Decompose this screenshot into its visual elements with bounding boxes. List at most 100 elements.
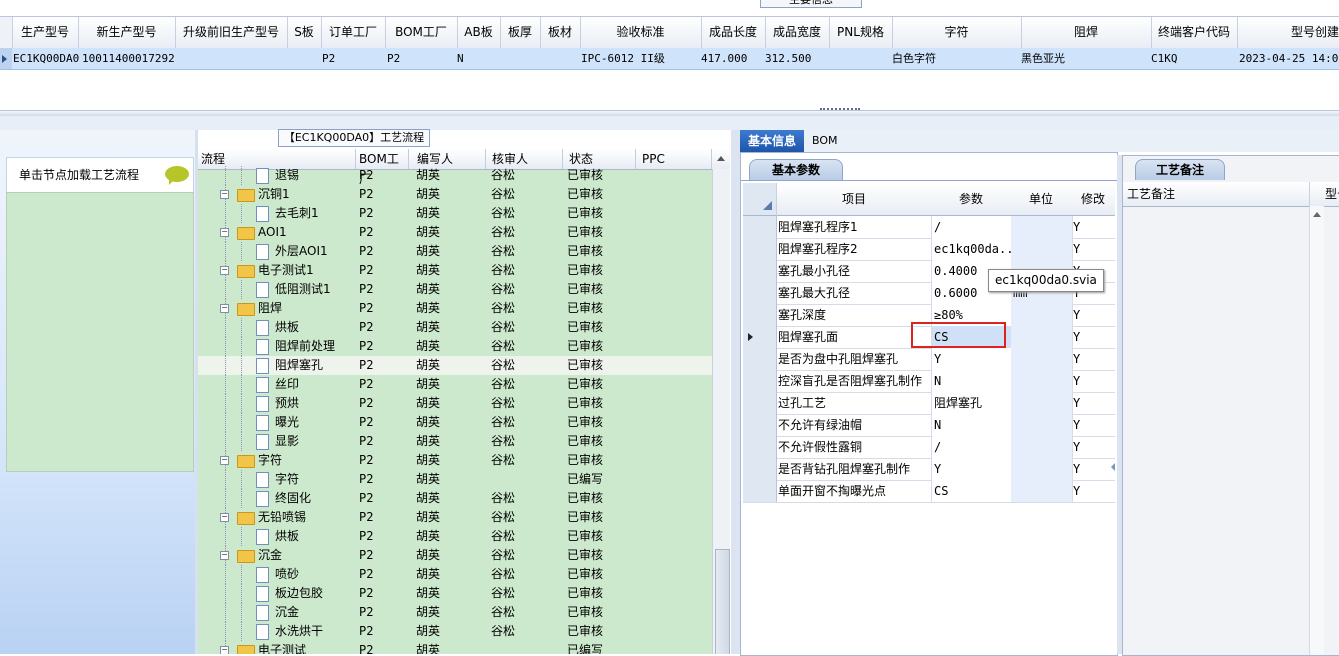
tree-scrollbar[interactable] [712, 169, 730, 654]
tree-row[interactable]: 沉金 P2 胡英 谷松 已审核 [198, 603, 712, 622]
param-value[interactable]: Y [931, 458, 1013, 480]
tab-basic-params[interactable]: 基本参数 [749, 159, 843, 180]
param-row[interactable]: 不允许有绿油帽 N Y [743, 414, 1115, 437]
tree-row[interactable]: − 沉铜1 P2 胡英 谷松 已审核 [198, 185, 712, 204]
param-value[interactable]: / [931, 436, 1013, 458]
middle-splitter[interactable] [731, 130, 740, 654]
tree-guide-line [241, 565, 242, 584]
tree-row[interactable]: 去毛刺1 P2 胡英 谷松 已审核 [198, 204, 712, 223]
tree-row[interactable]: 显影 P2 胡英 谷松 已审核 [198, 432, 712, 451]
col-notes[interactable]: 工艺备注 [1127, 182, 1310, 206]
param-value[interactable]: ec1kq00da... [931, 238, 1013, 260]
col-finished-width[interactable]: 成品宽度 [765, 17, 830, 48]
param-value[interactable]: / [931, 216, 1013, 238]
collapse-toggle-icon[interactable]: − [220, 266, 229, 275]
tree-row[interactable]: − 沉金 P2 胡英 谷松 已审核 [198, 546, 712, 565]
tree-row[interactable]: 丝印 P2 胡英 谷松 已审核 [198, 375, 712, 394]
cell-bom-factory: P2 [387, 52, 401, 65]
col-board-thickness[interactable]: 板厚 [500, 17, 541, 48]
col-new-production-model[interactable]: 新生产型号 [78, 17, 176, 48]
collapse-toggle-icon[interactable]: − [220, 646, 229, 654]
collapse-toggle-icon[interactable]: − [220, 304, 229, 313]
notes-scroll-up-icon[interactable] [1313, 212, 1321, 217]
param-row[interactable]: 单面开窗不掏曝光点 CS Y [743, 480, 1115, 503]
tree-row[interactable]: 退锡 P2 胡英 谷松 已审核 [198, 166, 712, 185]
collapse-toggle-icon[interactable]: − [220, 190, 229, 199]
collapse-arrow-icon[interactable] [1111, 463, 1115, 471]
param-value-text: N [934, 374, 942, 388]
param-value[interactable]: 阻焊塞孔 [931, 392, 1013, 414]
load-process-node[interactable]: 单击节点加载工艺流程 [6, 157, 194, 193]
param-value[interactable]: Y [931, 348, 1013, 370]
col-unit[interactable]: 单位 [1011, 183, 1072, 216]
param-row[interactable]: 控深盲孔是否阻焊塞孔制作 N Y [743, 370, 1115, 393]
param-item: 塞孔最大孔径 [778, 286, 851, 300]
tree-row[interactable]: − AOI1 P2 胡英 谷松 已审核 [198, 223, 712, 242]
tree-row[interactable]: 阻焊塞孔 P2 胡英 谷松 已审核 [198, 356, 712, 375]
param-row[interactable]: 过孔工艺 阻焊塞孔 Y [743, 392, 1115, 415]
param-row[interactable]: 阻焊塞孔程序1 / Y [743, 216, 1115, 239]
tree-cell-bom: P2 [359, 472, 374, 486]
tree-row[interactable]: − 电子测试 P2 胡英 已编写 [198, 641, 712, 654]
tree-row[interactable]: 阻焊前处理 P2 胡英 谷松 已审核 [198, 337, 712, 356]
tree-row[interactable]: − 阻焊 P2 胡英 谷松 已审核 [198, 299, 712, 318]
col-bom-factory[interactable]: BOM工厂 [385, 17, 458, 48]
param-row[interactable]: 是否背钻孔阻焊塞孔制作 Y Y [743, 458, 1115, 481]
col-acceptance-standard[interactable]: 验收标准 [580, 17, 702, 48]
tree-row[interactable]: 预烘 P2 胡英 谷松 已审核 [198, 394, 712, 413]
param-value[interactable]: N [931, 370, 1013, 392]
param-modify: Y [1073, 396, 1081, 410]
tree-row[interactable]: 喷砂 P2 胡英 谷松 已审核 [198, 565, 712, 584]
notes-scrollbar[interactable] [1309, 206, 1324, 655]
tree-scroll-thumb[interactable] [715, 549, 730, 654]
collapse-toggle-icon[interactable]: − [220, 456, 229, 465]
col-legend[interactable]: 字符 [892, 17, 1022, 48]
col-param[interactable]: 参数 [931, 183, 1012, 216]
col-modify[interactable]: 修改 [1071, 183, 1115, 216]
tree-row[interactable]: − 无铅喷锡 P2 胡英 谷松 已审核 [198, 508, 712, 527]
tree-row[interactable]: 字符 P2 胡英 已编写 [198, 470, 712, 489]
param-modify: Y [1073, 418, 1081, 432]
col-ab-board[interactable]: AB板 [457, 17, 501, 48]
file-icon [256, 339, 269, 355]
param-value[interactable]: CS [931, 480, 1013, 502]
col-model-created[interactable]: 型号创建 [1237, 17, 1339, 48]
tree-row[interactable]: 烘板 P2 胡英 谷松 已审核 [198, 527, 712, 546]
col-item[interactable]: 项目 [777, 183, 932, 216]
top-grid-row[interactable]: EC1KQ00DA0 10011400017292 P2 P2 N IPC-60… [0, 48, 1339, 70]
col-production-model[interactable]: 生产型号 [12, 17, 79, 48]
process-flow-tree[interactable]: 流程 BOM工厂 编写人 核审人 状态 PPC 退锡 P2 胡英 谷松 已审核 − 沉铜1 P… [198, 149, 730, 654]
tree-row[interactable]: − 电子测试1 P2 胡英 谷松 已审核 [198, 261, 712, 280]
param-row[interactable]: 是否为盘中孔阻焊塞孔 Y Y [743, 348, 1115, 371]
param-row[interactable]: 不允许假性露铜 / Y [743, 436, 1115, 459]
collapse-toggle-icon[interactable]: − [220, 551, 229, 560]
tree-row[interactable]: 曝光 P2 胡英 谷松 已审核 [198, 413, 712, 432]
row-indicator [743, 282, 777, 304]
col-solder-mask[interactable]: 阻焊 [1021, 17, 1152, 48]
collapse-toggle-icon[interactable]: − [220, 228, 229, 237]
col-old-production-model[interactable]: 升级前旧生产型号 [175, 17, 288, 48]
tree-row[interactable]: 板边包胶 P2 胡英 谷松 已审核 [198, 584, 712, 603]
tab-basic-info[interactable]: 基本信息 [740, 130, 804, 152]
tab-process-notes[interactable]: 工艺备注 [1135, 159, 1225, 180]
col-board-material[interactable]: 板材 [540, 17, 581, 48]
param-value[interactable]: N [931, 414, 1013, 436]
col-s-board[interactable]: S板 [287, 17, 322, 48]
tree-scroll-up[interactable] [712, 149, 730, 169]
tree-row[interactable]: 烘板 P2 胡英 谷松 已审核 [198, 318, 712, 337]
col-finished-length[interactable]: 成品长度 [701, 17, 766, 48]
param-unit [1011, 392, 1073, 414]
tree-row[interactable]: 终固化 P2 胡英 谷松 已审核 [198, 489, 712, 508]
col-order-factory[interactable]: 订单工厂 [321, 17, 386, 48]
collapse-toggle-icon[interactable]: − [220, 513, 229, 522]
tree-row[interactable]: 水洗烘干 P2 胡英 谷松 已审核 [198, 622, 712, 641]
col-end-customer-code[interactable]: 终端客户代码 [1151, 17, 1238, 48]
tab-bom[interactable]: BOM [812, 130, 838, 152]
tree-row[interactable]: 外层AOI1 P2 胡英 谷松 已审核 [198, 242, 712, 261]
tree-row[interactable]: 低阻测试1 P2 胡英 谷松 已审核 [198, 280, 712, 299]
col-pnl-spec[interactable]: PNL规格 [829, 17, 893, 48]
col-model[interactable]: 型号 [1325, 182, 1339, 206]
right-splitter[interactable] [1117, 155, 1122, 654]
tree-row[interactable]: − 字符 P2 胡英 谷松 已审核 [198, 451, 712, 470]
param-row[interactable]: 阻焊塞孔程序2 ec1kq00da... Y [743, 238, 1115, 261]
